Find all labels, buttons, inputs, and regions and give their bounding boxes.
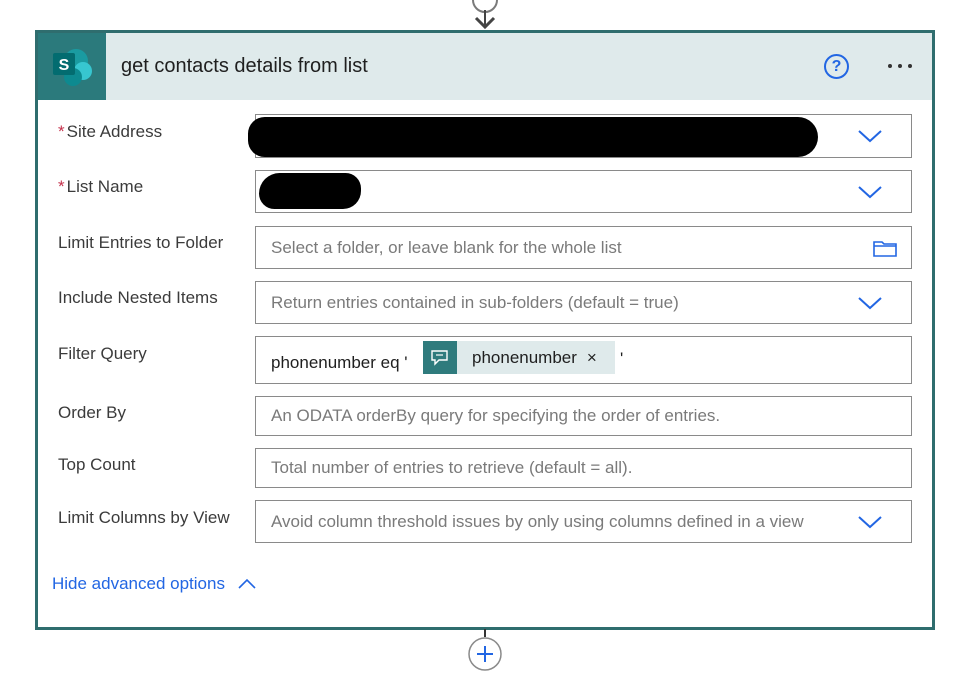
limit-folder-input[interactable]: Select a folder, or leave blank for the …: [255, 226, 912, 269]
sharepoint-letter: S: [59, 57, 70, 74]
limit-folder-placeholder: Select a folder, or leave blank for the …: [271, 237, 622, 257]
hide-advanced-label: Hide advanced options: [52, 574, 225, 593]
nested-items-label: Include Nested Items: [58, 288, 218, 307]
action-card: S get contacts details from list ? * Site…: [35, 30, 935, 630]
token-remove-icon[interactable]: ×: [587, 349, 597, 366]
limit-folder-label: Limit Entries to Folder: [58, 233, 224, 252]
order-by-input[interactable]: An ODATA orderBy query for specifying th…: [255, 396, 912, 436]
limit-columns-placeholder: Avoid column threshold issues by only us…: [271, 511, 804, 531]
list-name-label: * List Name: [58, 177, 143, 197]
filter-query-text: phonenumber eq ': [271, 353, 408, 372]
token-label: phonenumber: [472, 347, 577, 367]
top-count-placeholder: Total number of entries to retrieve (def…: [271, 458, 633, 477]
redaction-mark: [248, 117, 818, 157]
dynamic-content-token[interactable]: phonenumber ×: [423, 341, 615, 374]
nested-items-placeholder: Return entries contained in sub-folders …: [271, 292, 679, 312]
help-icon[interactable]: ?: [824, 54, 849, 79]
chevron-up-icon: [238, 578, 256, 589]
filter-query-suffix: ': [620, 349, 624, 368]
add-step-icon[interactable]: [464, 629, 508, 673]
filter-query-label: Filter Query: [58, 344, 147, 363]
top-count-input[interactable]: Total number of entries to retrieve (def…: [255, 448, 912, 488]
card-title[interactable]: get contacts details from list: [121, 55, 368, 78]
sharepoint-icon: S: [38, 33, 106, 100]
list-name-label-text: List Name: [66, 177, 144, 196]
limit-columns-label: Limit Columns by View: [58, 508, 230, 527]
folder-icon[interactable]: [872, 238, 898, 258]
list-name-dropdown[interactable]: [255, 170, 912, 213]
chevron-down-icon[interactable]: [857, 184, 883, 200]
chat-icon: [423, 341, 457, 374]
limit-columns-dropdown[interactable]: Avoid column threshold issues by only us…: [255, 500, 912, 543]
more-options-icon[interactable]: [880, 51, 920, 81]
flow-canvas: S get contacts details from list ? * Site…: [0, 0, 958, 673]
help-glyph: ?: [831, 57, 842, 75]
filter-query-input[interactable]: phonenumber eq ' phonenumber × ': [255, 336, 912, 384]
top-count-label: Top Count: [58, 455, 136, 474]
connector-arrow-icon: [472, 0, 498, 30]
order-by-placeholder: An ODATA orderBy query for specifying th…: [271, 406, 721, 425]
required-marker: *: [58, 177, 65, 196]
nested-items-dropdown[interactable]: Return entries contained in sub-folders …: [255, 281, 912, 324]
card-header: S get contacts details from list ?: [38, 33, 932, 100]
site-address-label-text: Site Address: [66, 122, 163, 141]
order-by-label: Order By: [58, 403, 127, 422]
hide-advanced-options-link[interactable]: Hide advanced options: [52, 574, 257, 594]
site-address-dropdown[interactable]: [248, 114, 912, 158]
chevron-down-icon[interactable]: [857, 295, 883, 311]
redaction-mark: [259, 173, 361, 209]
chevron-down-icon[interactable]: [857, 128, 883, 144]
required-marker: *: [58, 122, 65, 141]
site-address-label: * Site Address: [58, 122, 162, 142]
chevron-down-icon[interactable]: [857, 514, 883, 530]
